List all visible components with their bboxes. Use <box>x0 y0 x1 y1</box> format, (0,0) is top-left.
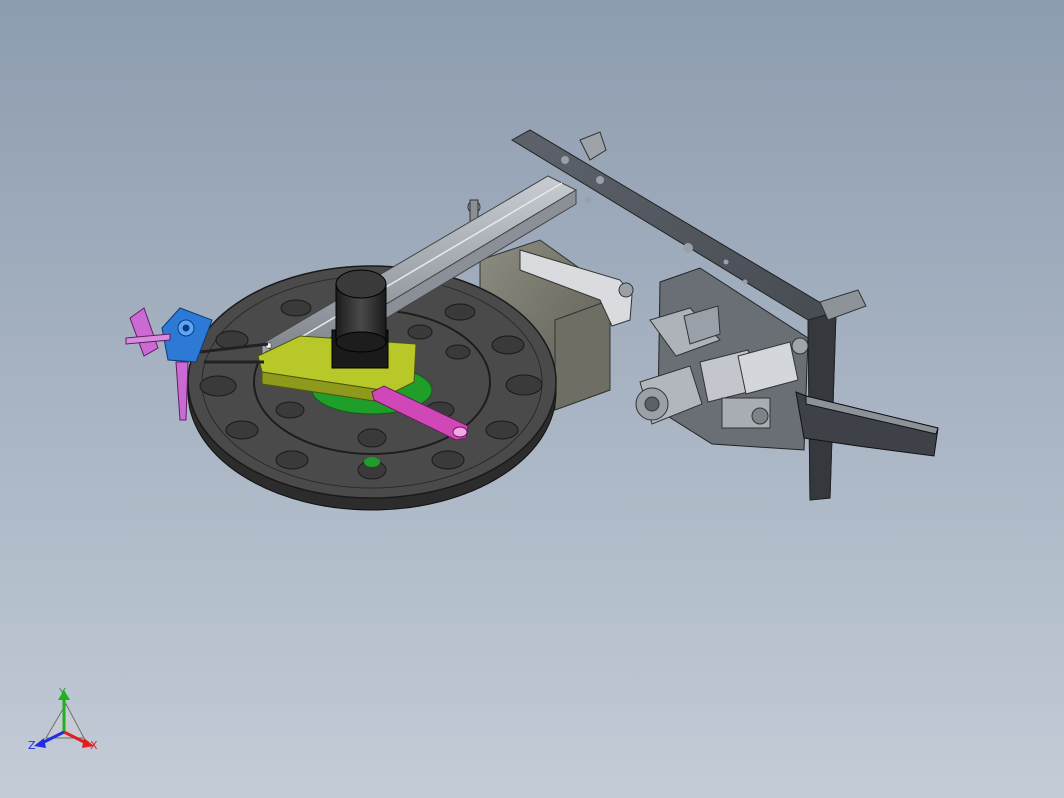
cad-assembly-model[interactable] <box>0 0 1064 798</box>
graphics-viewport[interactable]: Y X Z <box>0 0 1064 798</box>
z-axis-label: Z <box>28 739 36 752</box>
x-axis-label: X <box>90 739 98 752</box>
y-axis-label: Y <box>59 686 66 699</box>
motor[interactable] <box>331 269 389 369</box>
orientation-triad[interactable]: Y X Z <box>22 682 112 762</box>
